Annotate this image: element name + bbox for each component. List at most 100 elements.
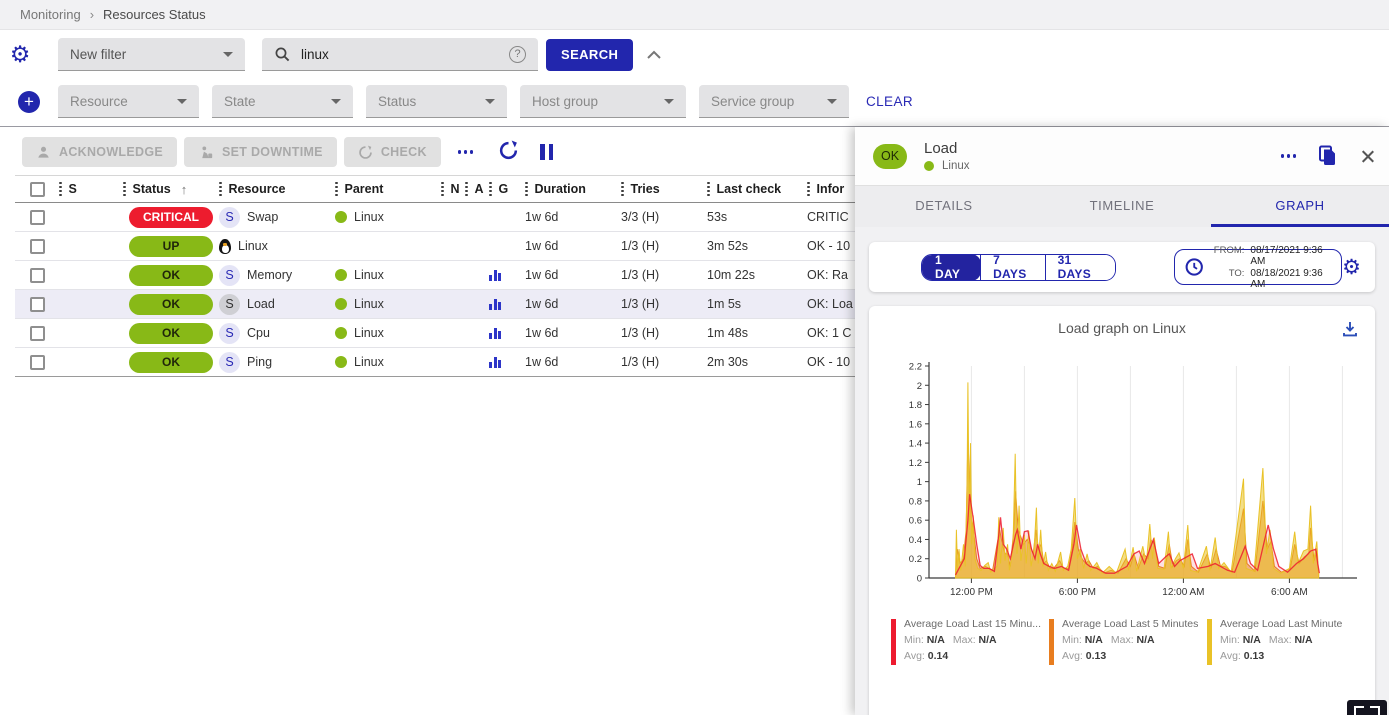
breadcrumb-monitoring[interactable]: Monitoring — [20, 7, 81, 22]
svg-text:1.2: 1.2 — [909, 458, 922, 469]
legend-item-5min[interactable]: Average Load Last 5 Minutes Min: N/AMax:… — [1049, 617, 1207, 665]
graph-title: Load graph on Linux — [879, 320, 1365, 336]
drag-handle-icon[interactable] — [219, 182, 222, 197]
range-31-days-button[interactable]: 31 DAYS — [1045, 255, 1116, 280]
export-graph-button[interactable] — [1341, 320, 1359, 341]
filter-resource-select[interactable]: Resource — [58, 85, 199, 118]
set-downtime-button[interactable]: SET DOWNTIME — [184, 137, 337, 167]
column-header-status[interactable]: Status↑ — [123, 182, 187, 197]
resources-status-page: Monitoring › Resources Status ⚙ New filt… — [0, 0, 1389, 715]
graph-available-icon[interactable] — [489, 357, 501, 368]
drag-handle-icon[interactable] — [441, 182, 444, 197]
resource-name[interactable]: Cpu — [247, 326, 270, 340]
time-range-group: 1 DAY 7 DAYS 31 DAYS — [921, 254, 1116, 281]
add-criteria-button[interactable]: + — [18, 91, 40, 113]
gear-icon: ⚙ — [10, 43, 31, 66]
collapse-filters-icon[interactable] — [646, 50, 662, 60]
drag-handle-icon[interactable] — [707, 182, 710, 197]
column-header-last-check[interactable]: Last check — [707, 182, 781, 197]
close-panel-icon[interactable] — [1360, 149, 1375, 164]
search-icon — [274, 46, 291, 63]
column-header-information[interactable]: Infor — [807, 182, 844, 197]
filter-state-select[interactable]: State — [212, 85, 353, 118]
parent-name[interactable]: Linux — [354, 268, 384, 282]
breadcrumb-resources-status[interactable]: Resources Status — [103, 7, 206, 22]
custom-date-range-button[interactable]: FROM: 08/17/2021 9:36 AM TO: 08/18/2021 … — [1174, 249, 1342, 285]
status-badge: OK — [129, 323, 213, 344]
column-header-parent[interactable]: Parent — [335, 182, 383, 197]
column-header-s[interactable]: S — [59, 182, 77, 197]
resource-name[interactable]: Ping — [247, 355, 272, 369]
column-header-duration[interactable]: Duration — [525, 182, 586, 197]
graph-available-icon[interactable] — [489, 299, 501, 310]
drag-handle-icon[interactable] — [489, 182, 492, 197]
parent-name[interactable]: Linux — [354, 297, 384, 311]
panel-parent-name[interactable]: Linux — [942, 160, 970, 172]
resource-name[interactable]: Swap — [247, 210, 278, 224]
parent-name[interactable]: Linux — [354, 210, 384, 224]
graph-available-icon[interactable] — [489, 328, 501, 339]
row-checkbox[interactable] — [30, 268, 45, 283]
resource-name[interactable]: Load — [247, 297, 275, 311]
row-checkbox[interactable] — [30, 326, 45, 341]
column-header-graph[interactable]: G — [489, 182, 508, 197]
copy-link-icon[interactable] — [1318, 145, 1338, 167]
row-checkbox[interactable] — [30, 297, 45, 312]
row-checkbox[interactable] — [30, 239, 45, 254]
drag-handle-icon[interactable] — [621, 182, 624, 197]
drag-handle-icon[interactable] — [807, 182, 810, 197]
row-checkbox[interactable] — [30, 355, 45, 370]
range-1-day-button[interactable]: 1 DAY — [921, 254, 981, 281]
drag-handle-icon[interactable] — [465, 182, 468, 197]
drag-handle-icon[interactable] — [335, 182, 338, 197]
tries-cell: 1/3 (H) — [621, 268, 707, 282]
filter-status-select[interactable]: Status — [366, 85, 507, 118]
load-chart-area[interactable]: 00.20.40.60.811.21.41.61.822.212:00 PM6:… — [879, 354, 1365, 611]
acknowledge-button[interactable]: ACKNOWLEDGE — [22, 137, 177, 167]
refresh-button[interactable] — [498, 140, 519, 164]
parent-name[interactable]: Linux — [354, 355, 384, 369]
row-checkbox[interactable] — [30, 210, 45, 225]
duration-cell: 1w 6d — [525, 326, 621, 340]
check-button[interactable]: CHECK — [344, 137, 441, 167]
drag-handle-icon[interactable] — [123, 182, 126, 197]
search-button[interactable]: SEARCH — [546, 39, 633, 71]
fullscreen-icon[interactable] — [1347, 700, 1387, 715]
parent-name[interactable]: Linux — [354, 326, 384, 340]
clear-filters-button[interactable]: CLEAR — [866, 94, 913, 109]
search-help-icon[interactable]: ? — [509, 46, 526, 63]
drag-handle-icon[interactable] — [59, 182, 62, 197]
column-header-resource[interactable]: Resource — [219, 182, 285, 197]
more-actions-icon[interactable] — [458, 150, 474, 154]
pause-refresh-button[interactable] — [540, 144, 553, 160]
legend-item-15min[interactable]: Average Load Last 15 Minu... Min: N/AMax… — [891, 617, 1049, 665]
tab-graph[interactable]: GRAPH — [1211, 186, 1389, 227]
tab-timeline[interactable]: TIMELINE — [1033, 186, 1211, 227]
column-header-notes[interactable]: N — [441, 182, 460, 197]
drag-handle-icon[interactable] — [525, 182, 528, 197]
column-header-action[interactable]: A — [465, 182, 484, 197]
tab-details[interactable]: DETAILS — [855, 186, 1033, 227]
column-header-tries[interactable]: Tries — [621, 182, 660, 197]
graph-settings-gear-icon[interactable]: ⚙ — [1342, 255, 1361, 280]
duration-cell: 1w 6d — [525, 210, 621, 224]
search-input[interactable] — [301, 47, 499, 62]
filter-host-group-select[interactable]: Host group — [520, 85, 686, 118]
chevron-down-icon — [223, 52, 233, 57]
resource-name[interactable]: Linux — [238, 239, 268, 253]
resource-name[interactable]: Memory — [247, 268, 292, 282]
load-chart-svg[interactable]: 00.20.40.60.811.21.41.61.822.212:00 PM6:… — [889, 354, 1369, 606]
filter-service-group-select[interactable]: Service group — [699, 85, 849, 118]
panel-title: Load — [924, 140, 1281, 157]
legend-item-1min[interactable]: Average Load Last Minute Min: N/AMax: N/… — [1207, 617, 1365, 665]
graph-available-icon[interactable] — [489, 270, 501, 281]
range-7-days-button[interactable]: 7 DAYS — [980, 255, 1045, 280]
select-all-checkbox[interactable] — [30, 182, 45, 197]
panel-more-actions-icon[interactable] — [1281, 154, 1297, 158]
host-up-dot-icon — [335, 211, 347, 223]
saved-filter-select[interactable]: New filter — [58, 38, 245, 71]
filter-settings-button[interactable]: ⚙ — [0, 43, 40, 66]
panel-tabs: DETAILS TIMELINE GRAPH — [855, 185, 1389, 227]
host-up-dot-icon — [335, 298, 347, 310]
host-up-dot-icon — [335, 327, 347, 339]
